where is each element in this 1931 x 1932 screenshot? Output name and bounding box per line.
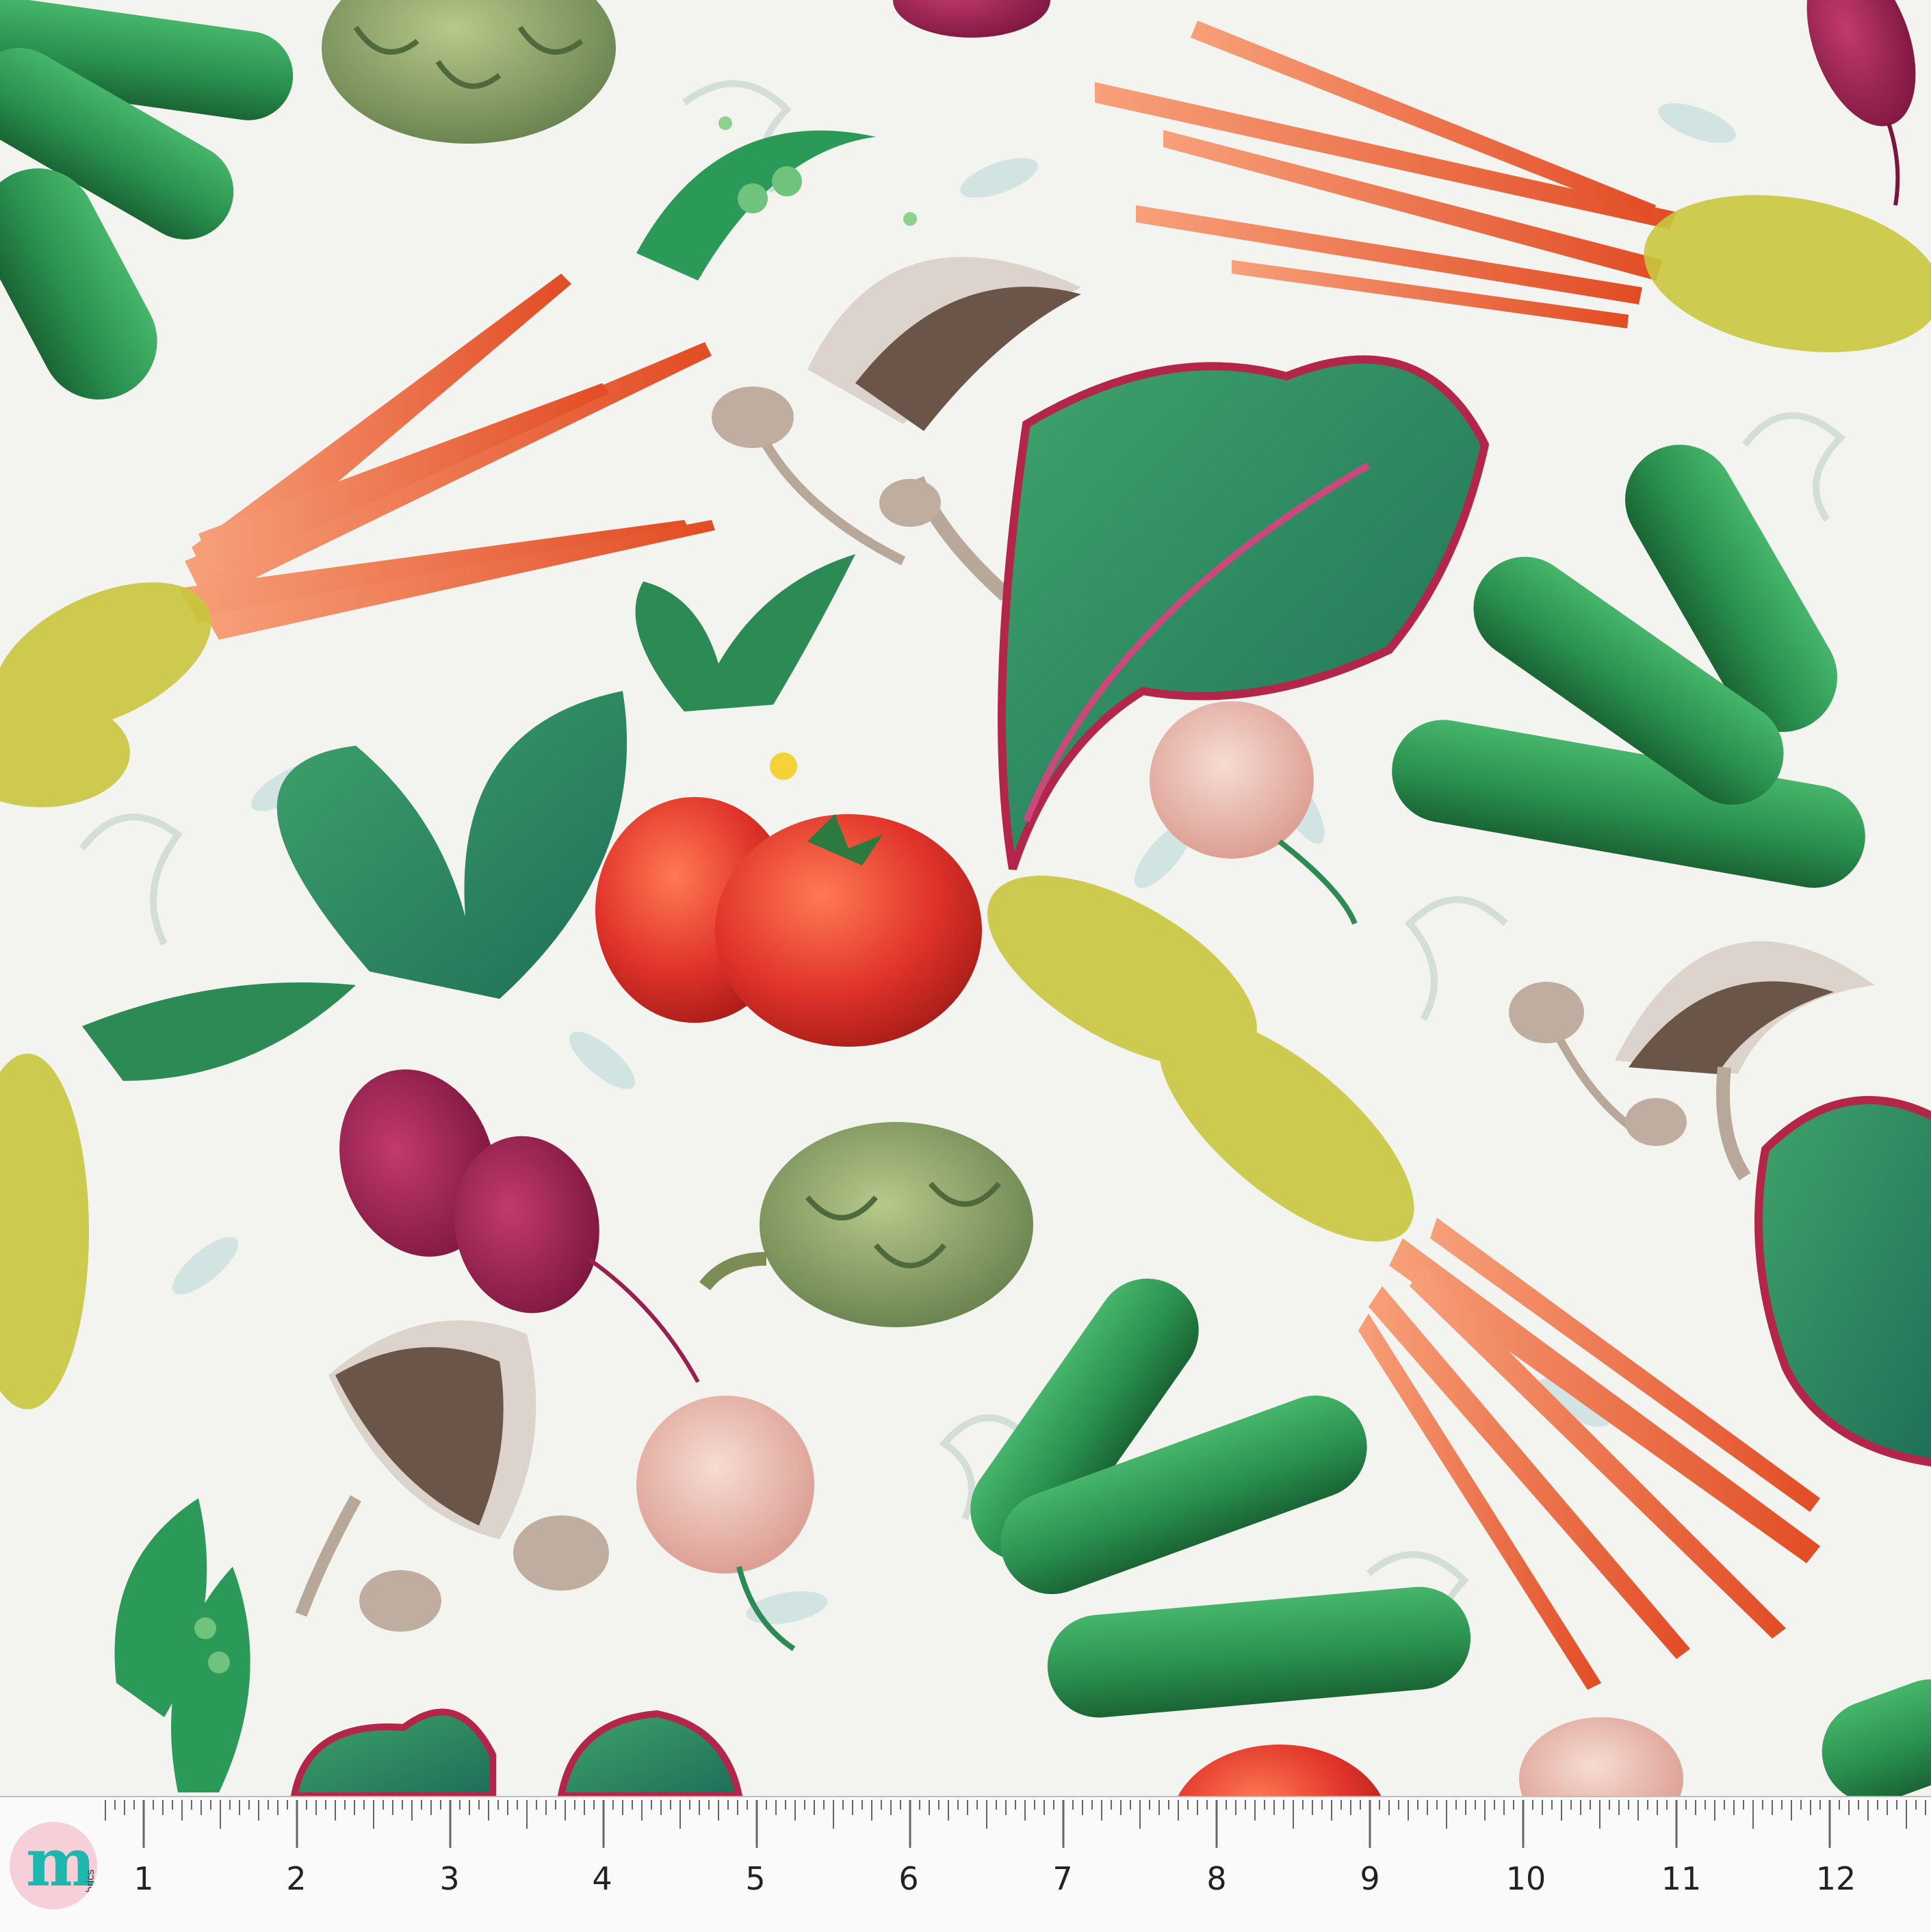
artichoke <box>699 1122 1033 1327</box>
ruler-number: 5 <box>745 1860 766 1897</box>
ruler-number: 12 <box>1815 1860 1856 1897</box>
onion <box>893 0 1050 38</box>
ruler-number: 10 <box>1505 1860 1546 1897</box>
chard-leaf <box>1754 1096 1931 1467</box>
carrot-bunch <box>1095 21 1931 352</box>
chard-leaf <box>290 1708 743 1796</box>
ruler-number: 11 <box>1661 1860 1702 1897</box>
cucumber <box>1822 1679 1931 1796</box>
onion <box>1150 701 1358 925</box>
ruler-number: 4 <box>592 1860 612 1897</box>
measuring-ruler: m Fabrics 1 2 3 4 5 6 7 8 9 10 11 12 <box>0 1796 1931 1932</box>
fabric-swatch-photo: m Fabrics 1 2 3 4 5 6 7 8 9 10 11 12 <box>0 0 1931 1932</box>
mj-fabrics-logo: m Fabrics <box>10 1822 97 1909</box>
ruler-number: 8 <box>1206 1860 1227 1897</box>
mushroom <box>295 1320 609 1632</box>
tomato <box>595 554 982 1047</box>
beet <box>1806 0 1916 206</box>
logo-word: Fabrics <box>85 1869 96 1905</box>
beet <box>82 691 700 1383</box>
tomato <box>1178 1745 1382 1796</box>
ruler-number: 2 <box>286 1860 307 1897</box>
ruler-number: 9 <box>1360 1860 1380 1897</box>
pea-pod <box>636 116 917 280</box>
ruler-number: 6 <box>898 1860 919 1897</box>
cucumber <box>0 0 294 400</box>
ruler-number: 7 <box>1052 1860 1073 1897</box>
vegetable-print-fabric <box>0 0 1931 1796</box>
artichoke <box>322 0 616 144</box>
ruler-number: 1 <box>133 1860 154 1897</box>
pea-pod <box>114 1498 250 1792</box>
ruler-number: 3 <box>439 1860 460 1897</box>
onion <box>1519 1717 1683 1796</box>
